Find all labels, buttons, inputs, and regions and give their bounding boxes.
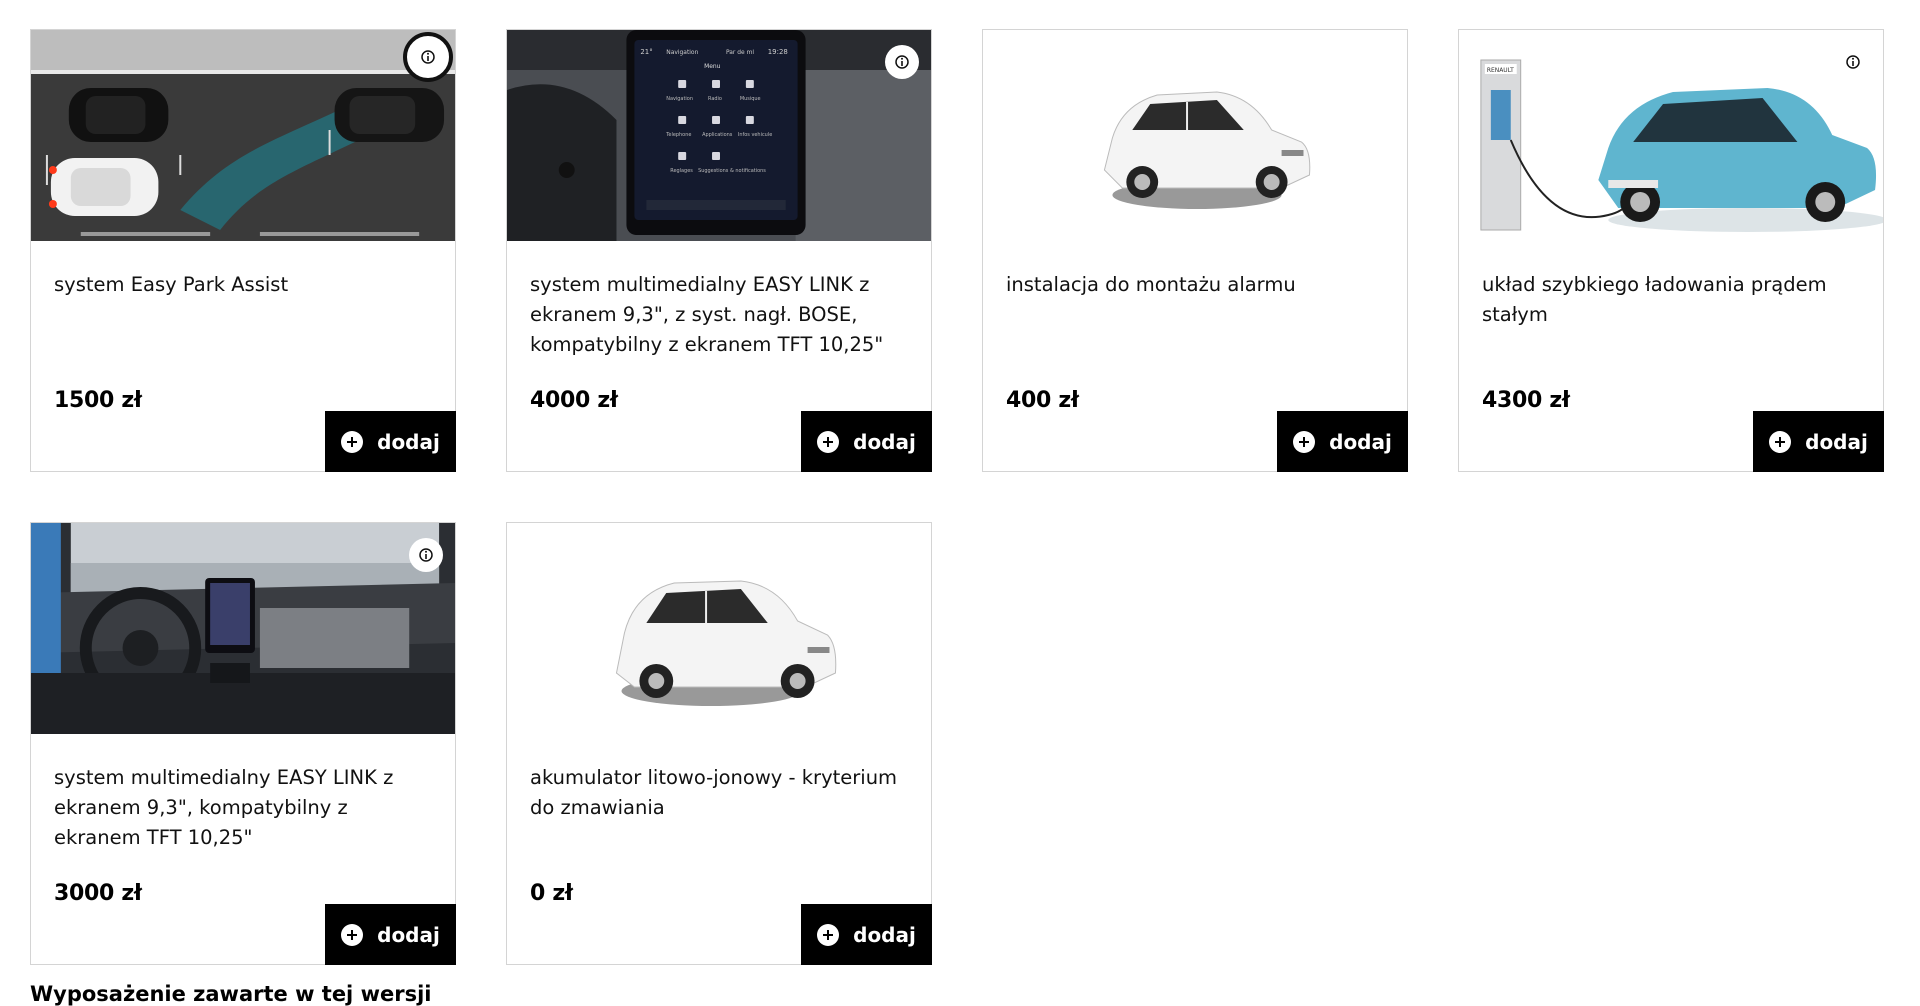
accessory-card: 21° Navigation Par de ml 19:28 Menu Navi… bbox=[506, 29, 932, 472]
plus-circle-icon bbox=[817, 430, 840, 453]
accessory-card: akumulator litowo-jonowy - kryterium do … bbox=[506, 522, 932, 965]
card-price: 3000 zł bbox=[54, 881, 142, 906]
card-title: system multimedialny EASY LINK z ekranem… bbox=[54, 766, 394, 849]
accessory-card: instalacja do montażu alarmu 400 zł doda… bbox=[982, 29, 1408, 472]
multimedia-screen-photo: 21° Navigation Par de ml 19:28 Menu Navi… bbox=[507, 30, 931, 241]
charging-car-photo: RENAULT bbox=[1480, 59, 1883, 232]
svg-text:Menu: Menu bbox=[704, 63, 721, 70]
interior-dashboard-photo bbox=[31, 523, 455, 734]
card-price: 4000 zł bbox=[530, 388, 618, 413]
add-button-label: dodaj bbox=[1805, 429, 1868, 454]
card-price: 4300 zł bbox=[1482, 388, 1570, 413]
accessories-grid: system Easy Park Assist 1500 zł dodaj 21… bbox=[30, 29, 1884, 965]
card-image-parking bbox=[31, 30, 455, 241]
card-image-alarm bbox=[983, 30, 1407, 241]
add-button[interactable]: dodaj bbox=[1277, 411, 1408, 472]
add-button-label: dodaj bbox=[377, 922, 440, 947]
card-image-multimedia: 21° Navigation Par de ml 19:28 Menu Navi… bbox=[507, 30, 931, 241]
add-button-label: dodaj bbox=[1329, 429, 1392, 454]
card-image-interior bbox=[31, 523, 455, 734]
card-price: 400 zł bbox=[1006, 388, 1079, 413]
accessory-card: system Easy Park Assist 1500 zł dodaj bbox=[30, 29, 456, 472]
add-button[interactable]: dodaj bbox=[1753, 411, 1884, 472]
accessory-card: RENAULT układ szybkiego ładowania prądem… bbox=[1458, 29, 1884, 472]
svg-text:Infos vehicule: Infos vehicule bbox=[738, 132, 772, 138]
info-icon[interactable] bbox=[409, 538, 443, 572]
add-button[interactable]: dodaj bbox=[325, 904, 456, 965]
svg-text:19:28: 19:28 bbox=[768, 48, 788, 56]
card-price: 0 zł bbox=[530, 881, 573, 906]
plus-circle-icon bbox=[817, 923, 840, 946]
plus-circle-icon bbox=[1769, 430, 1792, 453]
add-button[interactable]: dodaj bbox=[801, 904, 932, 965]
card-title: układ szybkiego ładowania prądem stałym bbox=[1482, 273, 1827, 326]
card-price: 1500 zł bbox=[54, 388, 142, 413]
svg-text:Musique: Musique bbox=[740, 96, 761, 102]
card-title: system Easy Park Assist bbox=[54, 273, 289, 296]
svg-text:RENAULT: RENAULT bbox=[1487, 67, 1514, 74]
add-button[interactable]: dodaj bbox=[801, 411, 932, 472]
card-image-charging: RENAULT bbox=[1459, 30, 1883, 241]
white-car-photo bbox=[615, 580, 837, 706]
svg-text:Applications: Applications bbox=[702, 132, 733, 138]
info-icon[interactable] bbox=[1841, 50, 1865, 74]
card-title: instalacja do montażu alarmu bbox=[1006, 273, 1296, 296]
card-title: system multimedialny EASY LINK z ekranem… bbox=[530, 273, 884, 356]
section-heading: Wyposażenie zawarte w tej wersji bbox=[30, 982, 432, 1006]
card-title: akumulator litowo-jonowy - kryterium do … bbox=[530, 766, 898, 819]
svg-text:Telephone: Telephone bbox=[665, 132, 691, 138]
svg-text:Navigation: Navigation bbox=[666, 49, 698, 56]
svg-text:Par de ml: Par de ml bbox=[726, 49, 754, 56]
plus-circle-icon bbox=[341, 430, 364, 453]
white-car-photo bbox=[1103, 91, 1311, 209]
plus-circle-icon bbox=[1293, 430, 1316, 453]
svg-text:Navigation: Navigation bbox=[666, 96, 693, 102]
svg-text:Reglages: Reglages bbox=[670, 168, 693, 174]
add-button-label: dodaj bbox=[853, 922, 916, 947]
add-button-label: dodaj bbox=[377, 429, 440, 454]
svg-text:Suggestions & notifications: Suggestions & notifications bbox=[698, 168, 766, 174]
parking-illustration bbox=[31, 30, 455, 241]
add-button-label: dodaj bbox=[853, 429, 916, 454]
accessory-card: system multimedialny EASY LINK z ekranem… bbox=[30, 522, 456, 965]
card-image-battery bbox=[507, 523, 931, 734]
plus-circle-icon bbox=[341, 923, 364, 946]
svg-text:21°: 21° bbox=[640, 48, 652, 56]
svg-text:Radio: Radio bbox=[708, 96, 722, 102]
add-button[interactable]: dodaj bbox=[325, 411, 456, 472]
info-icon[interactable] bbox=[403, 32, 453, 82]
info-icon[interactable] bbox=[885, 45, 919, 79]
